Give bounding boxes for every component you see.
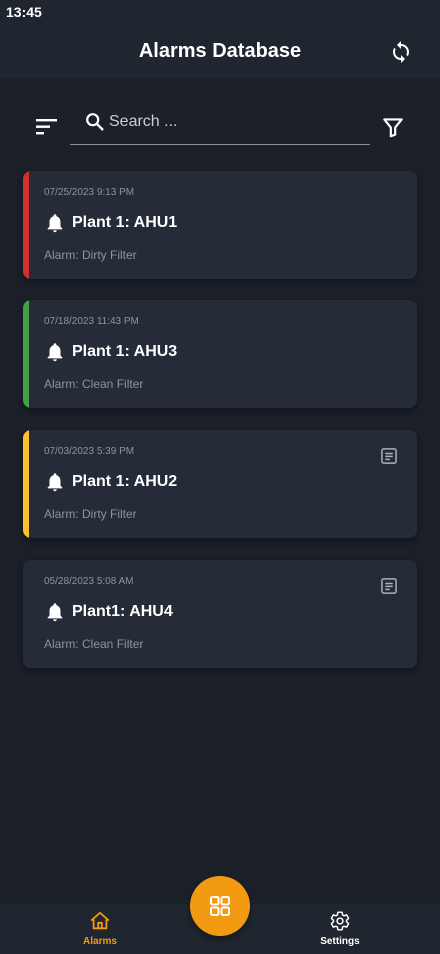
bell-icon: [44, 601, 66, 623]
alarm-description: Alarm: Clean Filter: [44, 637, 144, 651]
alarm-description: Alarm: Dirty Filter: [44, 507, 137, 521]
alarm-title-row: Plant 1: AHU2: [44, 469, 177, 495]
alarm-title-row: Plant1: AHU4: [44, 599, 173, 625]
bell-icon: [44, 212, 66, 234]
refresh-button[interactable]: [386, 37, 416, 67]
alarm-date: 07/18/2023 11:43 PM: [44, 316, 139, 327]
grid-icon: [210, 896, 230, 916]
refresh-icon: [393, 41, 409, 63]
note-icon[interactable]: [379, 576, 399, 596]
alarm-date: 05/28/2023 5:08 AM: [44, 576, 134, 587]
alarm-status-stripe: [23, 171, 29, 279]
alarm-title: Plant 1: AHU3: [72, 343, 178, 360]
alarm-title: Plant 1: AHU1: [72, 214, 178, 231]
nav-item-settings[interactable]: Settings: [300, 910, 380, 954]
alarm-title: Plant1: AHU4: [72, 603, 173, 620]
page-title: Alarms Database: [138, 40, 302, 62]
alarm-card[interactable]: 07/25/2023 9:13 PM Plant 1: AHU1 Alarm: Di…: [23, 171, 417, 279]
filter-button[interactable]: [380, 114, 406, 140]
status-time: 13:45: [6, 4, 42, 20]
alarm-status-stripe: [23, 560, 29, 668]
home-icon: [90, 911, 110, 930]
alarm-date: 07/25/2023 9:13 PM: [44, 187, 135, 198]
note-icon[interactable]: [379, 446, 399, 466]
alarm-card[interactable]: 05/28/2023 5:08 AM Plant1: AHU4 Alarm: Cle…: [23, 560, 417, 668]
alarm-title-row: Plant 1: AHU1: [44, 210, 177, 236]
app-bar: Alarms Database: [0, 24, 440, 78]
sort-icon: [36, 119, 57, 135]
dashboard-fab-button[interactable]: [190, 876, 250, 936]
alarm-date: 07/03/2023 5:39 PM: [44, 446, 135, 457]
status-bar: 13:45: [0, 0, 440, 24]
search-input[interactable]: [109, 110, 359, 134]
alarm-card[interactable]: 07/18/2023 11:43 PM Plant 1: AHU3 Alarm: C…: [23, 300, 417, 408]
nav-label-alarms: Alarms: [83, 936, 117, 947]
search-icon: [86, 113, 104, 131]
bell-icon: [44, 471, 66, 493]
nav-item-alarms[interactable]: Alarms: [60, 910, 140, 954]
sort-button[interactable]: [32, 114, 62, 140]
app-screen: 13:45 Alarms Database 07/25/2023 9:13 PM…: [0, 0, 440, 954]
alarm-status-stripe: [23, 300, 29, 408]
bell-icon: [44, 341, 66, 363]
filter-icon: [383, 118, 403, 138]
alarm-description: Alarm: Clean Filter: [44, 377, 144, 391]
nav-label-settings: Settings: [320, 936, 360, 947]
search-bar[interactable]: [70, 104, 370, 145]
alarm-title: Plant 1: AHU2: [72, 473, 178, 490]
alarm-status-stripe: [23, 430, 29, 538]
alarm-title-row: Plant 1: AHU3: [44, 339, 177, 365]
alarm-description: Alarm: Dirty Filter: [44, 248, 137, 262]
gear-icon: [330, 911, 350, 931]
alarm-card[interactable]: 07/03/2023 5:39 PM Plant 1: AHU2 Alarm: Di…: [23, 430, 417, 538]
